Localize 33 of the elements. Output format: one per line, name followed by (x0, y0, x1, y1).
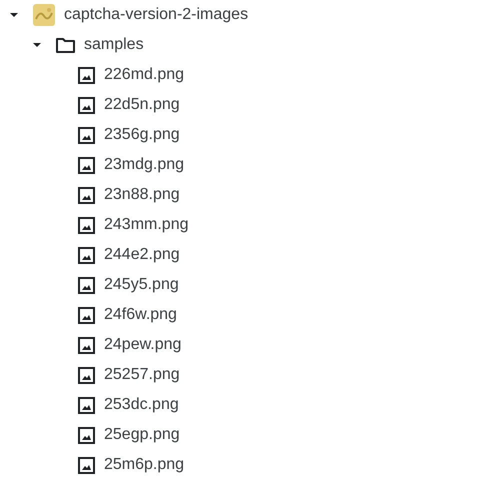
file-name[interactable]: 244e2.png (104, 243, 180, 267)
image-icon (78, 216, 95, 234)
image-icon (78, 126, 95, 144)
caret-down-icon[interactable] (10, 11, 18, 19)
file-name[interactable]: 25m6p.png (104, 453, 184, 477)
file-name[interactable]: 23mdg.png (104, 153, 184, 177)
file-name[interactable]: 24pew.png (104, 333, 182, 357)
caret-down-icon[interactable] (33, 41, 41, 49)
file-name[interactable]: 22d5n.png (104, 93, 180, 117)
image-icon (78, 456, 95, 474)
file-name[interactable]: 245y5.png (104, 273, 179, 297)
file-name[interactable]: 23n88.png (104, 183, 180, 207)
file-name[interactable]: 243mm.png (104, 213, 188, 237)
image-icon (78, 96, 95, 114)
file-name[interactable]: 253dc.png (104, 393, 179, 417)
file-name[interactable]: 24f6w.png (104, 303, 177, 327)
folder-icon (56, 38, 75, 52)
image-icon (78, 306, 95, 324)
image-icon (78, 336, 95, 354)
image-icon (78, 366, 95, 384)
file-name[interactable]: 226md.png (104, 63, 184, 87)
image-icon (78, 276, 95, 294)
dataset-name[interactable]: captcha-version-2-images (64, 3, 248, 27)
image-icon (78, 426, 95, 444)
file-name[interactable]: 2356g.png (104, 123, 180, 147)
image-icon (78, 186, 95, 204)
image-icon (78, 396, 95, 414)
file-name[interactable]: 25egp.png (104, 423, 180, 447)
image-icon (78, 66, 95, 84)
image-icon (78, 246, 95, 264)
file-name[interactable]: 25257.png (104, 363, 180, 387)
image-icon (78, 156, 95, 174)
folder-name[interactable]: samples (84, 33, 144, 57)
